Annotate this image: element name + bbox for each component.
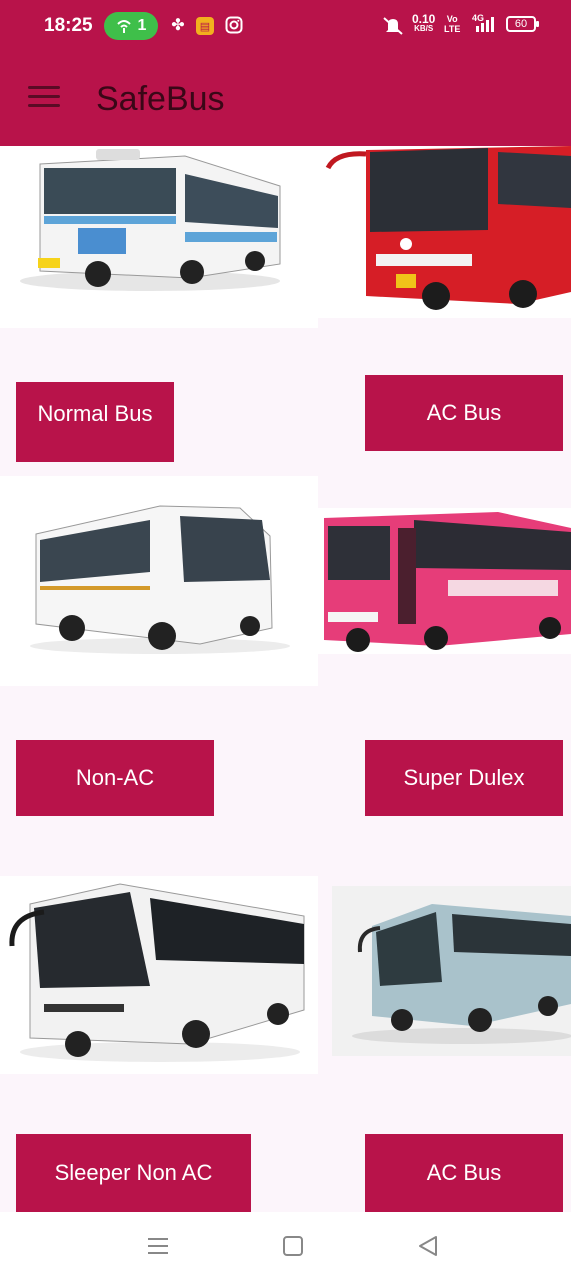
menu-lines-icon[interactable]	[144, 1232, 172, 1260]
red-ac-bus-image	[318, 146, 571, 318]
super-dulex-button[interactable]: Super Dulex	[365, 740, 563, 816]
sleeper-non-ac-button[interactable]: Sleeper Non AC	[16, 1134, 251, 1212]
signal-bars-icon	[476, 17, 494, 32]
bus-card-image-superdulex[interactable]	[318, 508, 571, 654]
white-scania-bus-image	[0, 876, 318, 1074]
bus-card-image-ac[interactable]	[318, 146, 571, 318]
home-square-icon[interactable]	[279, 1232, 307, 1260]
volte-bottom: LTE	[444, 24, 461, 34]
hotspot-badge: 1	[104, 12, 158, 40]
pink-tsrtc-bus-image	[318, 508, 571, 654]
volte-top: Vo	[446, 14, 458, 24]
normal-bus-button[interactable]: Normal Bus	[16, 382, 174, 462]
silver-volvo-bus-image	[332, 886, 571, 1056]
bus-card-image-ac-2[interactable]	[332, 886, 571, 1056]
hotspot-count: 1	[137, 17, 147, 34]
hotspot-icon	[116, 20, 131, 33]
bus-card-image-normal[interactable]	[0, 146, 318, 328]
net-speed: 0.10 KB/S	[412, 12, 436, 34]
net-speed-value: 0.10	[412, 12, 436, 26]
battery-indicator: 60	[506, 16, 539, 32]
hamburger-menu-icon[interactable]	[28, 86, 60, 110]
status-bar: 18:25 1 ✤ ▤ 0.10 KB/S Vo LTE 4G 60	[0, 0, 571, 52]
white-city-bus-image	[0, 146, 318, 328]
bus-card-image-nonac[interactable]	[0, 476, 318, 686]
non-ac-button[interactable]: Non-AC	[16, 740, 214, 816]
bus-card-image-sleeper[interactable]	[0, 876, 318, 1074]
ac-bus-button-2[interactable]: AC Bus	[365, 1134, 563, 1212]
net-speed-unit: KB/S	[414, 24, 434, 33]
ac-bus-button[interactable]: AC Bus	[365, 375, 563, 451]
back-triangle-icon[interactable]	[414, 1232, 442, 1260]
app-title: SafeBus	[96, 80, 225, 118]
volte-indicator: Vo LTE	[444, 14, 460, 34]
instagram-icon	[224, 16, 244, 36]
mute-bell-icon	[382, 16, 403, 36]
pinwheel-app-icon: ✤	[171, 17, 185, 34]
system-nav-bar	[0, 1212, 571, 1280]
notes-app-icon: ▤	[196, 17, 214, 35]
white-coach-bus-image	[0, 476, 318, 686]
status-time: 18:25	[44, 15, 93, 36]
app-bar: 18:25 1 ✤ ▤ 0.10 KB/S Vo LTE 4G 60 SafeB…	[0, 0, 571, 146]
